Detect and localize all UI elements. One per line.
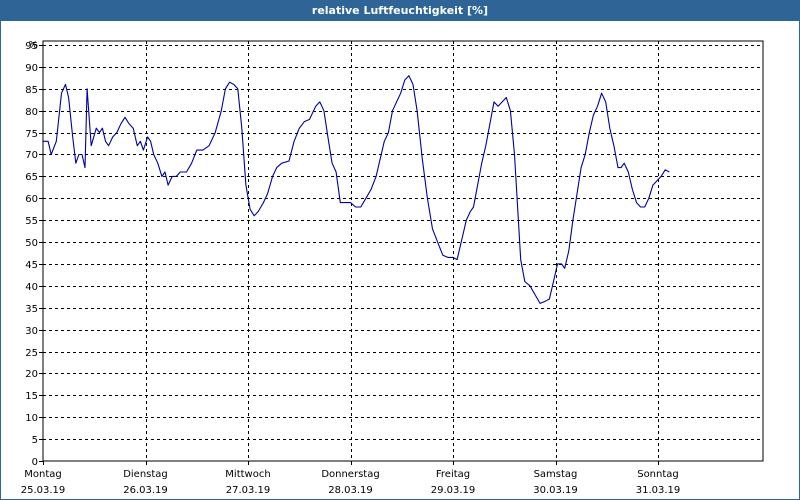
y-tick-label: 5 <box>32 435 38 446</box>
plot-frame <box>42 40 764 462</box>
y-tick-label: 40 <box>25 282 38 293</box>
humidity-series-line <box>43 75 670 304</box>
y-axis-label: % <box>28 40 38 51</box>
y-tick-label: 25 <box>25 348 38 359</box>
axes <box>39 40 764 465</box>
y-tick-label: 30 <box>25 326 38 337</box>
y-tick-label: 35 <box>25 304 38 315</box>
x-tick-date: 25.03.19 <box>21 485 66 496</box>
y-tick-label: 60 <box>25 194 38 205</box>
x-tick-day: Donnerstag <box>321 469 379 480</box>
x-tick-date: 26.03.19 <box>123 485 168 496</box>
x-tick-date: 29.03.19 <box>431 485 476 496</box>
x-tick-day: Samstag <box>534 469 578 480</box>
x-tick-date: 28.03.19 <box>328 485 373 496</box>
x-tick-day: Sonntag <box>637 469 679 480</box>
y-tick-label: 45 <box>25 260 38 271</box>
y-tick-label: 75 <box>25 129 38 140</box>
x-tick-date: 30.03.19 <box>533 485 578 496</box>
x-tick-day: Freitag <box>436 469 470 480</box>
y-tick-label: 65 <box>25 172 38 183</box>
x-tick-day: Montag <box>24 469 61 480</box>
y-tick-label: 10 <box>25 413 38 424</box>
y-tick-label: 20 <box>25 369 38 380</box>
x-tick-date: 27.03.19 <box>226 485 271 496</box>
y-tick-label: 70 <box>25 150 38 161</box>
y-tick-label: 85 <box>25 85 38 96</box>
chart-window: relative Luftfeuchtigkeit [%] 0 5 10 15 20 25… <box>0 0 800 500</box>
y-tick-label: 15 <box>25 391 38 402</box>
y-tick-label: 55 <box>25 216 38 227</box>
x-tick-day: Mittwoch <box>225 469 270 480</box>
y-tick-label: 0 <box>32 457 38 468</box>
x-tick-labels: Montag 25.03.19 Dienstag 26.03.19 Mittwoch 27… <box>21 469 681 496</box>
x-tick-day: Dienstag <box>123 469 168 480</box>
y-tick-label: 50 <box>25 238 38 249</box>
series <box>43 75 670 304</box>
y-tick-label: 90 <box>25 63 38 74</box>
chart-title: relative Luftfeuchtigkeit [%] <box>1 1 799 21</box>
grid <box>43 41 763 461</box>
humidity-chart: 05101520253035404550556065707580859095% … <box>21 40 764 496</box>
y-tick-labels: 05101520253035404550556065707580859095% <box>25 40 38 468</box>
y-tick-label: 80 <box>25 107 38 118</box>
x-tick-date: 31.03.19 <box>636 485 681 496</box>
